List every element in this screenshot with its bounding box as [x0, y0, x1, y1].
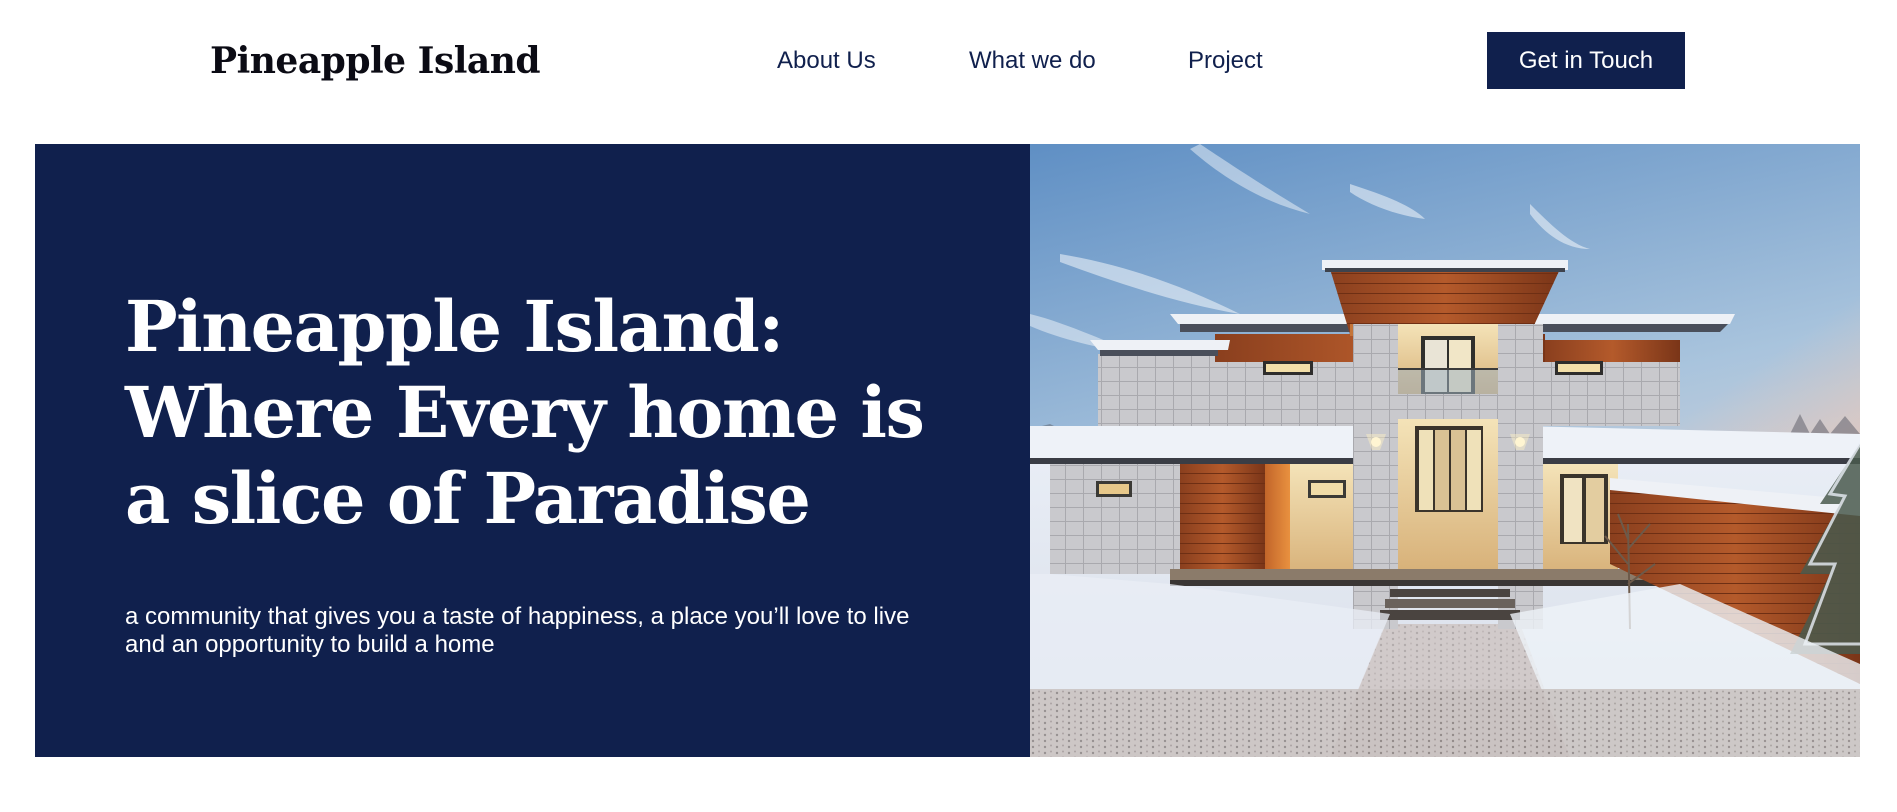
brand-logo[interactable]: Pineapple Island	[210, 40, 541, 82]
hero-subtitle: a community that gives you a taste of ha…	[125, 603, 910, 658]
hero-title-line-1: Pineapple Island:	[125, 285, 784, 368]
hero-image	[1030, 144, 1860, 757]
nav-link-project[interactable]: Project	[1188, 47, 1263, 75]
hero-title: Pineapple Island: Where Every home is a …	[125, 284, 945, 542]
nav-link-what-we-do[interactable]: What we do	[969, 47, 1096, 75]
site-header: Pineapple Island About Us What we do Pro…	[0, 0, 1897, 120]
get-in-touch-button[interactable]: Get in Touch	[1487, 32, 1685, 89]
house-illustration	[1030, 144, 1860, 757]
hero-section: Pineapple Island: Where Every home is a …	[35, 144, 1860, 757]
nav-link-about-us[interactable]: About Us	[777, 47, 876, 75]
hero-text-panel: Pineapple Island: Where Every home is a …	[35, 144, 1030, 757]
hero-title-line-3: a slice of Paradise	[125, 457, 811, 540]
hero-title-line-2: Where Every home is	[125, 371, 925, 454]
